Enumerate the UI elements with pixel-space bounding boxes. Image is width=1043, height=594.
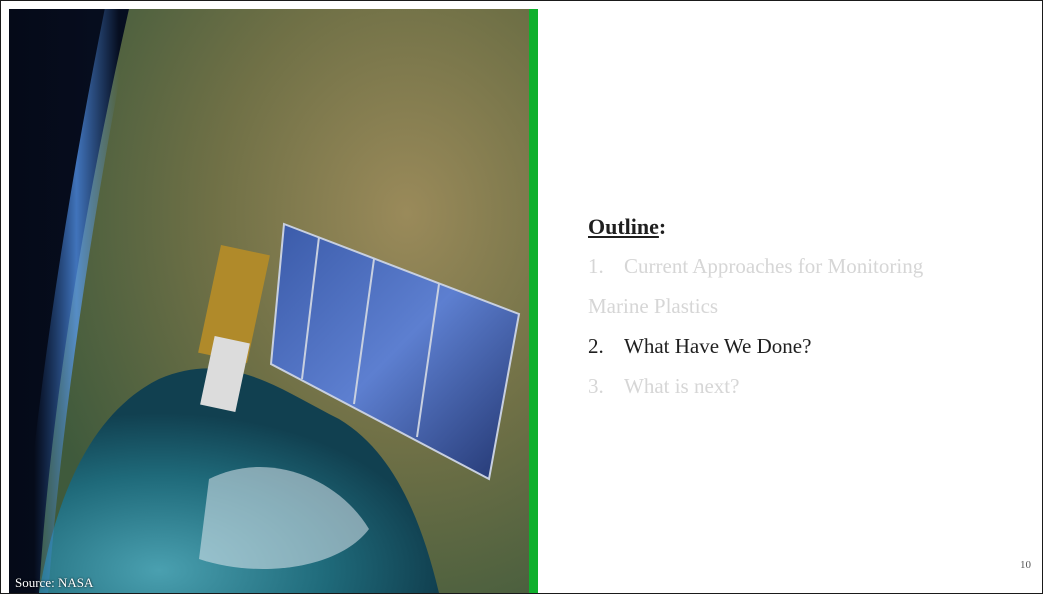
outline-item-1-text: Current Approaches for Monitoring [624,254,924,278]
outline-item-3-text: What is next? [624,374,740,398]
outline-section: Outline: 1. Current Approaches for Monito… [588,214,1018,406]
outline-item-3-number: 3. [588,374,604,398]
outline-heading: Outline: [588,214,1018,240]
outline-item-2: 2. What Have We Done? [588,326,1018,366]
slide: Source: NASA Outline: 1. Current Approach… [0,0,1043,594]
outline-item-1-number: 1. [588,254,604,278]
outline-heading-colon: : [658,214,667,239]
photo-source-caption: Source: NASA [15,575,94,590]
green-divider-bar [529,9,538,593]
satellite-photo: Source: NASA [9,9,529,593]
outline-item-1-text-continued: Marine Plastics [588,294,719,318]
outline-item-1: 1. Current Approaches for Monitoring Mari… [588,246,1018,326]
satellite-earth-image [9,9,529,593]
outline-item-3: 3. What is next? [588,366,1018,406]
outline-item-2-number: 2. [588,334,604,358]
outline-heading-text: Outline [588,214,659,239]
page-number: 10 [1020,559,1031,571]
outline-item-2-text: What Have We Done? [624,334,812,358]
